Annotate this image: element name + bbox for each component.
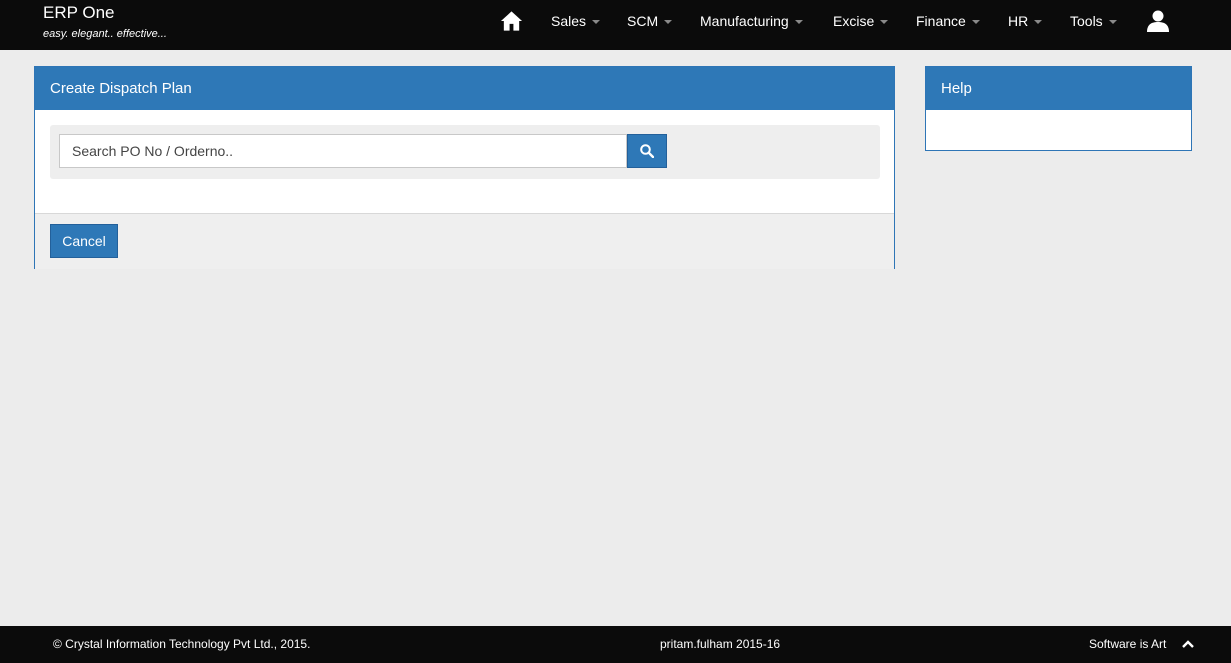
nav-excise-label: Excise	[833, 13, 875, 29]
caret-down-icon	[1034, 19, 1043, 24]
caret-down-icon	[880, 19, 889, 24]
panel-footer: Cancel	[35, 213, 894, 269]
nav-scm-label: SCM	[627, 13, 659, 29]
caret-down-icon	[592, 19, 601, 24]
session-info: pritam.fulham 2015-16	[660, 637, 781, 651]
nav-finance[interactable]: Finance	[916, 13, 980, 29]
nav-excise[interactable]: Excise	[833, 13, 889, 29]
nav-tools[interactable]: Tools	[1070, 13, 1117, 29]
search-button[interactable]	[627, 134, 667, 168]
caret-down-icon	[971, 19, 980, 24]
chevron-up-icon[interactable]	[1181, 638, 1195, 650]
app-title: ERP One	[43, 3, 115, 22]
nav-manufacturing[interactable]: Manufacturing	[700, 13, 803, 29]
nav-finance-label: Finance	[916, 13, 966, 29]
nav-sales[interactable]: Sales	[551, 13, 601, 29]
panel-title: Create Dispatch Plan	[35, 67, 894, 110]
nav-manufacturing-label: Manufacturing	[700, 13, 789, 29]
caret-down-icon	[1108, 19, 1117, 24]
create-dispatch-plan-panel: Create Dispatch Plan Cancel	[34, 66, 895, 269]
caret-down-icon	[794, 19, 803, 24]
search-icon	[640, 144, 654, 158]
footer-motto: Software is Art	[1089, 637, 1167, 651]
brand[interactable]: ERP One easy. elegant.. effective...	[43, 3, 167, 40]
cancel-button[interactable]: Cancel	[50, 224, 118, 258]
app-tagline: easy. elegant.. effective...	[43, 28, 167, 40]
top-navbar: ERP One easy. elegant.. effective... Sal…	[0, 0, 1231, 50]
nav-scm[interactable]: SCM	[627, 13, 673, 29]
help-title: Help	[926, 67, 1191, 110]
page-footer: © Crystal Information Technology Pvt Ltd…	[0, 626, 1231, 663]
nav-hr-label: HR	[1008, 13, 1029, 29]
nav-sales-label: Sales	[551, 13, 587, 29]
caret-down-icon	[664, 19, 673, 24]
copyright-text: © Crystal Information Technology Pvt Ltd…	[53, 637, 311, 651]
nav-tools-label: Tools	[1070, 13, 1103, 29]
help-panel: Help	[925, 66, 1192, 151]
search-input[interactable]	[59, 134, 627, 168]
search-well	[50, 125, 880, 179]
user-icon[interactable]	[1147, 10, 1169, 32]
nav-hr[interactable]: HR	[1008, 13, 1043, 29]
home-icon[interactable]	[500, 10, 523, 32]
